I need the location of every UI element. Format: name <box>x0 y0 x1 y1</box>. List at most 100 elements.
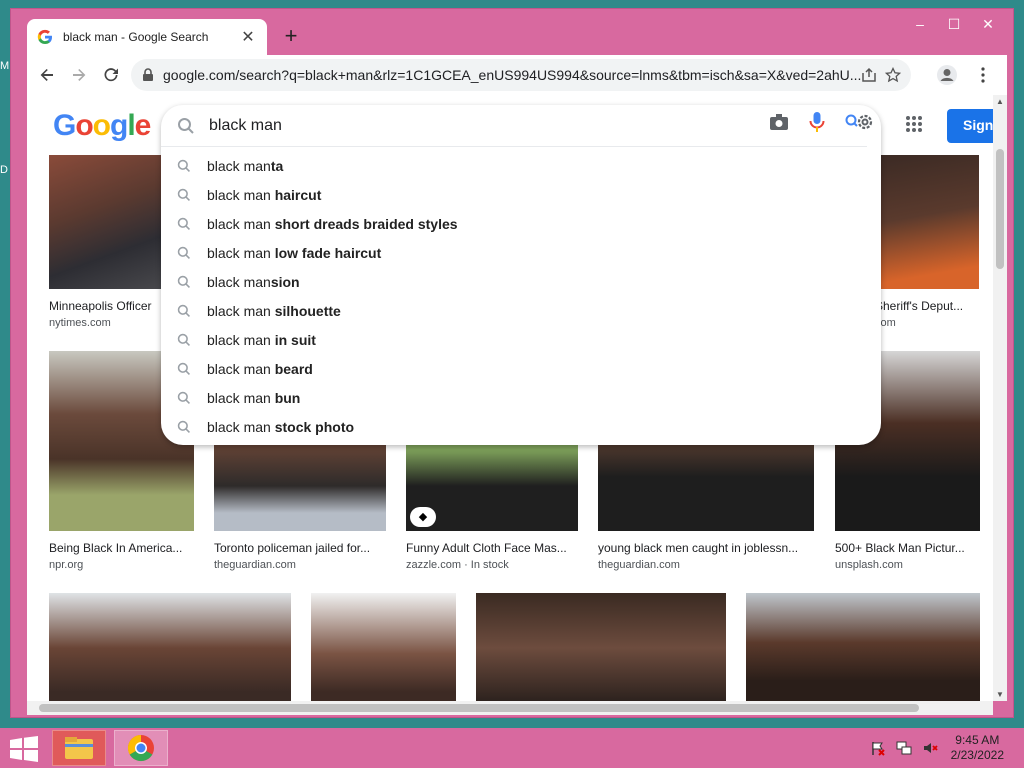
close-tab-icon[interactable]: ✕ <box>239 27 257 47</box>
result-source[interactable]: theguardian.com <box>214 559 386 571</box>
result-caption[interactable]: Being Black In America... <box>49 541 194 555</box>
network-icon[interactable] <box>896 740 912 756</box>
search-bar[interactable] <box>161 105 867 147</box>
windows-start-icon[interactable] <box>6 734 42 764</box>
suggestion-item[interactable]: black man in suit <box>161 325 881 354</box>
new-tab-button[interactable]: + <box>279 25 303 49</box>
bookmark-star-icon[interactable] <box>885 67 901 83</box>
tab-title: black man - Google Search <box>63 30 209 44</box>
logo-letter: o <box>92 109 111 142</box>
google-logo[interactable]: Google <box>53 109 152 143</box>
search-icon <box>177 159 190 172</box>
search-input[interactable] <box>209 116 709 135</box>
minimize-button[interactable]: – <box>903 13 937 35</box>
suggestion-completion: beard <box>274 360 313 377</box>
suggestion-item[interactable]: black man stock photo <box>161 412 881 441</box>
result-source[interactable]: com <box>875 317 979 329</box>
camera-search-icon[interactable] <box>769 113 789 131</box>
result-image[interactable] <box>875 155 979 289</box>
result-image[interactable] <box>49 593 291 701</box>
lock-icon[interactable] <box>141 68 155 82</box>
result-source[interactable]: zazzle.com · In stock <box>406 559 578 571</box>
result-source[interactable]: npr.org <box>49 559 194 571</box>
tab-google-search[interactable]: black man - Google Search ✕ <box>27 19 267 55</box>
image-result[interactable] <box>746 593 980 701</box>
suggestion-completion: low fade haircut <box>274 244 382 261</box>
forward-icon[interactable] <box>63 59 95 91</box>
chrome-taskbar-button[interactable] <box>114 730 168 766</box>
result-image[interactable] <box>746 593 980 701</box>
result-image[interactable] <box>476 593 726 701</box>
result-source[interactable]: nytimes.com <box>49 317 161 329</box>
share-icon[interactable] <box>861 67 877 83</box>
taskbar: 9:45 AM 2/23/2022 <box>0 728 1024 768</box>
result-caption[interactable]: Sheriff's Deput... <box>875 299 979 313</box>
url-text: google.com/search?q=black+man&rlz=1C1GCE… <box>163 67 861 83</box>
suggestion-item[interactable]: black man short dreads braided styles <box>161 209 881 238</box>
menu-kebab-icon[interactable] <box>967 59 999 91</box>
volume-muted-icon[interactable] <box>922 740 938 756</box>
reload-icon[interactable] <box>95 59 127 91</box>
vertical-scrollbar[interactable]: ▲ ▼ <box>993 95 1007 701</box>
suggestion-item[interactable]: black man silhouette <box>161 296 881 325</box>
chrome-icon <box>127 734 154 762</box>
suggestion-item[interactable]: black man bun <box>161 383 881 412</box>
action-center-flag-icon[interactable] <box>870 740 886 756</box>
microphone-icon[interactable] <box>809 111 825 133</box>
logo-letter: g <box>110 109 128 142</box>
browser-toolbar: google.com/search?q=black+man&rlz=1C1GCE… <box>27 55 1007 95</box>
logo-letter: e <box>134 109 152 142</box>
result-caption[interactable]: Minneapolis Officer <box>49 299 161 313</box>
result-source[interactable]: unsplash.com <box>835 559 980 571</box>
logo-letter: o <box>75 109 93 142</box>
suggestion-item[interactable]: black man sion <box>161 267 881 296</box>
system-tray <box>870 740 938 756</box>
apps-grid-icon[interactable] <box>905 115 923 133</box>
result-caption[interactable]: young black men caught in joblessn... <box>598 541 814 555</box>
search-settings-gear-icon[interactable] <box>845 111 875 133</box>
system-clock[interactable]: 9:45 AM 2/23/2022 <box>951 733 1004 763</box>
result-image[interactable] <box>49 155 161 289</box>
close-window-button[interactable]: ✕ <box>971 13 1005 35</box>
result-source[interactable]: theguardian.com <box>598 559 814 571</box>
suggestion-item[interactable]: black man ta <box>161 151 881 180</box>
profile-avatar-icon[interactable] <box>931 59 963 91</box>
suggestion-prefix: black man <box>207 331 275 348</box>
maximize-button[interactable]: ☐ <box>937 13 971 35</box>
suggestion-prefix: black man <box>207 418 275 435</box>
scrollbar-thumb[interactable] <box>996 149 1004 269</box>
suggestion-item[interactable]: black man low fade haircut <box>161 238 881 267</box>
search-icon <box>178 117 194 134</box>
search-icon <box>177 188 190 201</box>
back-icon[interactable] <box>31 59 63 91</box>
scroll-down-icon[interactable]: ▼ <box>993 690 1007 699</box>
image-result[interactable]: Sheriff's Deput... com <box>875 155 979 329</box>
suggestion-completion: short dreads braided styles <box>274 215 458 232</box>
file-explorer-taskbar-button[interactable] <box>52 730 106 766</box>
image-result[interactable] <box>476 593 726 701</box>
suggestion-completion: bun <box>274 389 301 406</box>
address-bar[interactable]: google.com/search?q=black+man&rlz=1C1GCE… <box>131 59 911 91</box>
result-image[interactable] <box>311 593 456 701</box>
suggestion-item[interactable]: black man haircut <box>161 180 881 209</box>
search-autocomplete: black manta black man haircut black man … <box>161 105 881 445</box>
suggestion-prefix: black man <box>207 244 275 261</box>
search-icon <box>177 333 190 346</box>
image-result[interactable] <box>49 593 291 701</box>
scroll-up-icon[interactable]: ▲ <box>993 97 1007 106</box>
google-favicon-icon <box>37 29 52 44</box>
suggestion-prefix: black man <box>207 186 275 203</box>
suggestion-completion: haircut <box>274 186 322 203</box>
image-result[interactable]: Minneapolis Officer nytimes.com <box>49 155 161 329</box>
suggestion-item[interactable]: black man beard <box>161 354 881 383</box>
window-controls: – ☐ ✕ <box>903 13 1005 35</box>
horizontal-scrollbar[interactable] <box>27 701 993 715</box>
result-caption[interactable]: Toronto policeman jailed for... <box>214 541 386 555</box>
result-caption[interactable]: 500+ Black Man Pictur... <box>835 541 980 555</box>
clock-date: 2/23/2022 <box>950 748 1004 762</box>
sign-in-button[interactable]: Sign in <box>947 109 993 143</box>
scrollbar-thumb[interactable] <box>39 704 919 712</box>
suggestion-completion: silhouette <box>274 302 341 319</box>
image-result[interactable] <box>311 593 456 701</box>
result-caption[interactable]: Funny Adult Cloth Face Mas... <box>406 541 578 555</box>
